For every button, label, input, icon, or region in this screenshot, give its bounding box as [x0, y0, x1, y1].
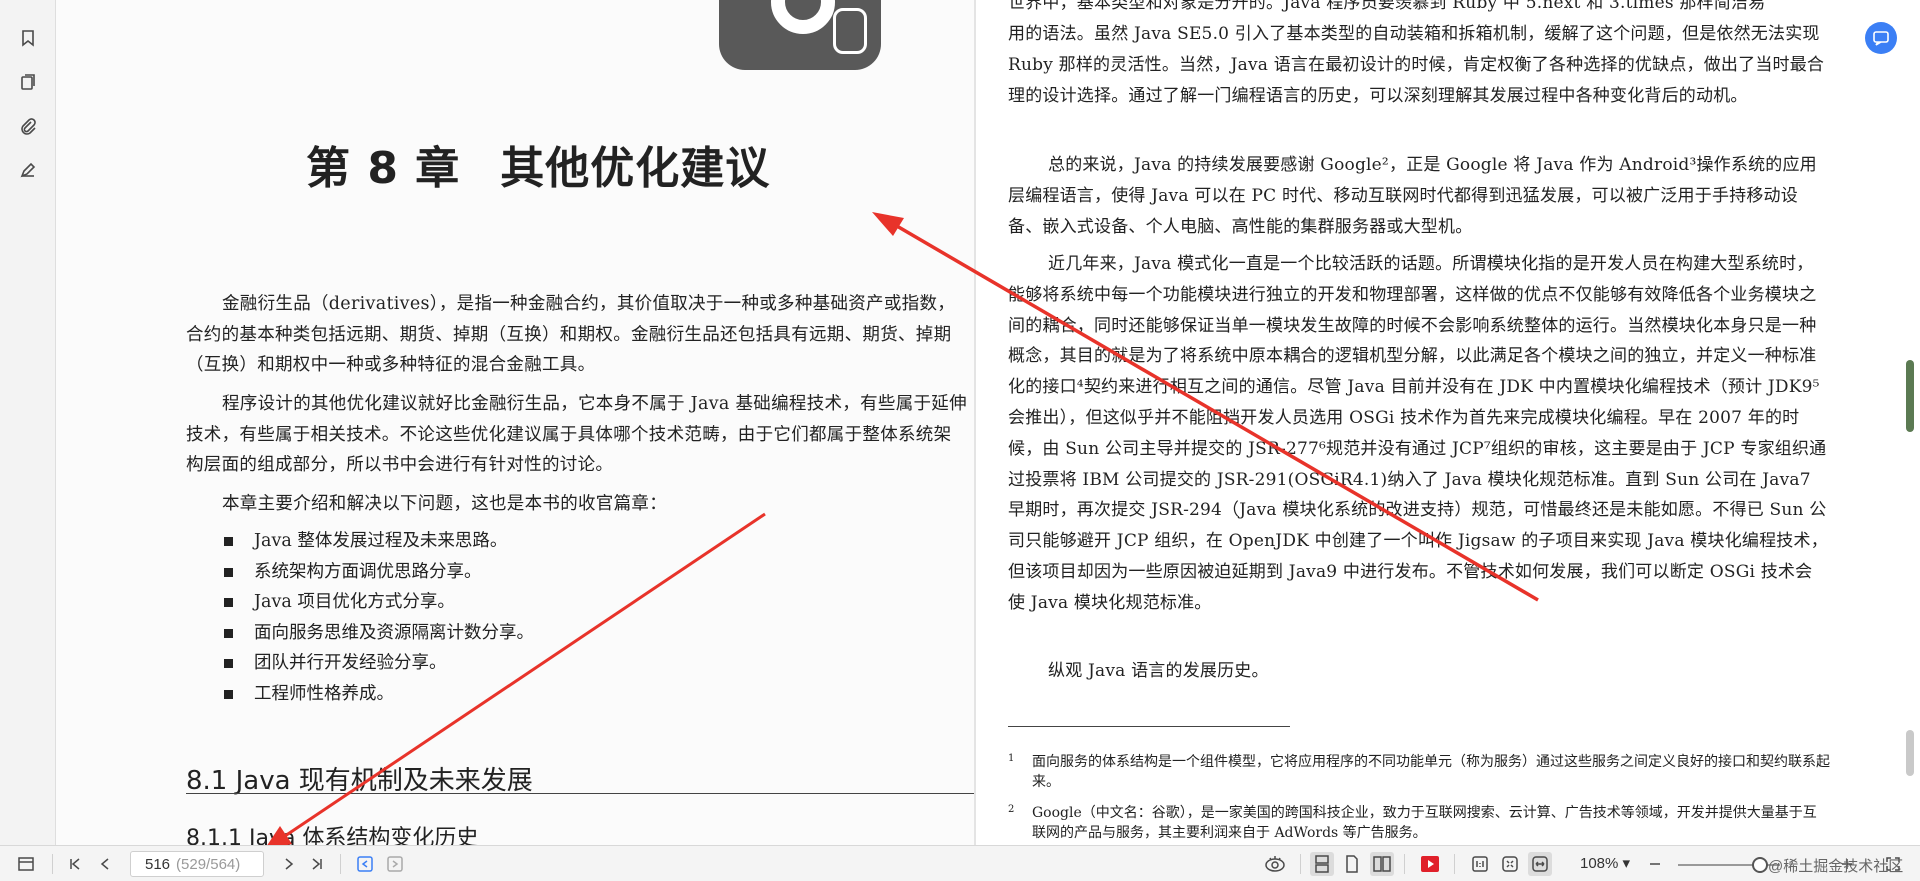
footnote-1: 1 面向服务的体系结构是一个组件模型，它将应用程序的不同功能单元（称为服务）通过…	[1008, 752, 1830, 792]
section-rule	[186, 793, 1012, 794]
subsection-title: 8.1.1 Java 体系结构变化历史	[186, 826, 479, 845]
pages-icon[interactable]	[14, 68, 42, 96]
list-item: 系统架构方面调优思路分享。	[224, 557, 534, 588]
chat-icon	[1873, 31, 1889, 46]
forward-view-icon[interactable]	[384, 852, 406, 876]
chapter-topics-list: Java 整体发展过程及未来思路。 系统架构方面调优思路分享。 Java 项目优…	[224, 526, 534, 709]
vertical-scrollbar[interactable]	[1906, 360, 1914, 780]
eye-care-icon[interactable]	[1262, 852, 1288, 876]
paragraph-chapter-intro: 本章主要介绍和解决以下问题，这也是本书的收官篇章：	[222, 494, 667, 514]
left-sidebar	[0, 0, 56, 845]
page-number-input[interactable]: 516 (529/564)	[130, 851, 264, 877]
chapter-logo	[719, 0, 881, 70]
list-item: Java 整体发展过程及未来思路。	[224, 526, 534, 557]
paragraph-modularity: 近几年来，Java 模式化一直是一个比较活跃的话题。所谓模块化指的是开发人员在构…	[1008, 254, 1828, 613]
paragraph-top-partial: 世界中，基本类型和对象是分开的。Java 程序员要羡慕到 Ruby 中 5.ne…	[1008, 0, 1766, 13]
zoom-out-icon[interactable]	[1644, 852, 1666, 876]
chevron-down-icon: ▾	[1622, 855, 1631, 872]
bookmark-icon[interactable]	[14, 24, 42, 52]
footnote-number: 1	[1008, 753, 1015, 764]
fit-page-icon[interactable]	[1498, 852, 1522, 876]
toolbar-divider	[340, 854, 341, 874]
last-page-icon[interactable]	[306, 852, 328, 876]
paragraph-google: 总的来说，Java 的持续发展要感谢 Google²，正是 Google 将 J…	[1008, 155, 1817, 237]
footnote-text: 面向服务的体系结构是一个组件模型，它将应用程序的不同功能单元（称为服务）通过这些…	[1032, 754, 1830, 790]
double-page-icon[interactable]	[1370, 852, 1394, 876]
paragraph-java-syntax: 用的语法。虽然 Java SE5.0 引入了基本类型的自动装箱和拆箱机制，缓解了…	[1008, 24, 1825, 106]
scroll-thumb[interactable]	[1906, 360, 1914, 432]
toolbar-divider	[52, 854, 53, 874]
footnote-text: Google（中文名：谷歌），是一家美国的跨国科技企业，致力于互联网搜索、云计算…	[1032, 805, 1817, 841]
paragraph-optimization: 程序设计的其他优化建议就好比金融衍生品，它本身不属于 Java 基础编程技术，有…	[186, 394, 967, 475]
chapter-number: 第 8 章	[306, 143, 461, 194]
logo-ring	[771, 0, 835, 34]
current-page: 516	[145, 855, 171, 873]
page-total: (529/564)	[176, 855, 241, 873]
list-item: 团队并行开发经验分享。	[224, 648, 534, 679]
zoom-value: 108%	[1580, 855, 1619, 872]
footnote-rule	[1008, 726, 1290, 727]
paragraph-history: 纵观 Java 语言的发展历史。	[1048, 661, 1269, 681]
fit-width-icon[interactable]	[1528, 852, 1552, 876]
list-item: 工程师性格养成。	[224, 679, 534, 710]
logo-inner-block	[833, 8, 867, 54]
floating-assistant-button[interactable]	[1865, 22, 1897, 54]
back-view-icon[interactable]	[354, 852, 376, 876]
prev-page-icon[interactable]	[94, 852, 116, 876]
scroll-marker	[1906, 730, 1914, 776]
sidebar-toggle-icon[interactable]	[14, 852, 38, 876]
next-page-icon[interactable]	[278, 852, 300, 876]
footnote-2: 2 Google（中文名：谷歌），是一家美国的跨国科技企业，致力于互联网搜索、云…	[1008, 803, 1830, 843]
zoom-select[interactable]: 108% ▾	[1580, 854, 1630, 872]
toolbar-divider	[1454, 854, 1455, 874]
first-page-icon[interactable]	[64, 852, 86, 876]
attachment-icon[interactable]	[14, 112, 42, 140]
zoom-slider-handle[interactable]	[1752, 857, 1768, 873]
play-icon[interactable]	[1418, 852, 1442, 876]
paragraph-derivatives: 金融衍生品（derivatives），是指一种金融合约，其价值取决于一种或多种基…	[186, 294, 956, 375]
single-page-icon[interactable]	[1340, 852, 1364, 876]
toolbar-divider	[1404, 854, 1405, 874]
sign-icon[interactable]	[14, 156, 42, 184]
section-title: 8.1 Java 现有机制及未来发展	[186, 766, 533, 796]
continuous-scroll-icon[interactable]	[1310, 852, 1334, 876]
list-item: Java 项目优化方式分享。	[224, 587, 534, 618]
actual-size-icon[interactable]	[1468, 852, 1492, 876]
footnote-number: 2	[1008, 804, 1015, 815]
watermark-text: @稀土掘金技术社区	[1768, 858, 1904, 875]
chapter-title: 第 8 章其他优化建议	[306, 132, 770, 196]
left-page: 第 8 章其他优化建议 金融衍生品（derivatives），是指一种金融合约，…	[56, 0, 1012, 845]
pdf-reader-app: 第 8 章其他优化建议 金融衍生品（derivatives），是指一种金融合约，…	[0, 0, 1920, 881]
toolbar-divider	[1300, 854, 1301, 874]
bottom-toolbar: 516 (529/564) 108% ▾ @稀土掘金技术社区	[0, 845, 1920, 881]
list-item: 面向服务思维及资源隔离计数分享。	[224, 618, 534, 649]
chapter-name: 其他优化建议	[500, 143, 771, 194]
